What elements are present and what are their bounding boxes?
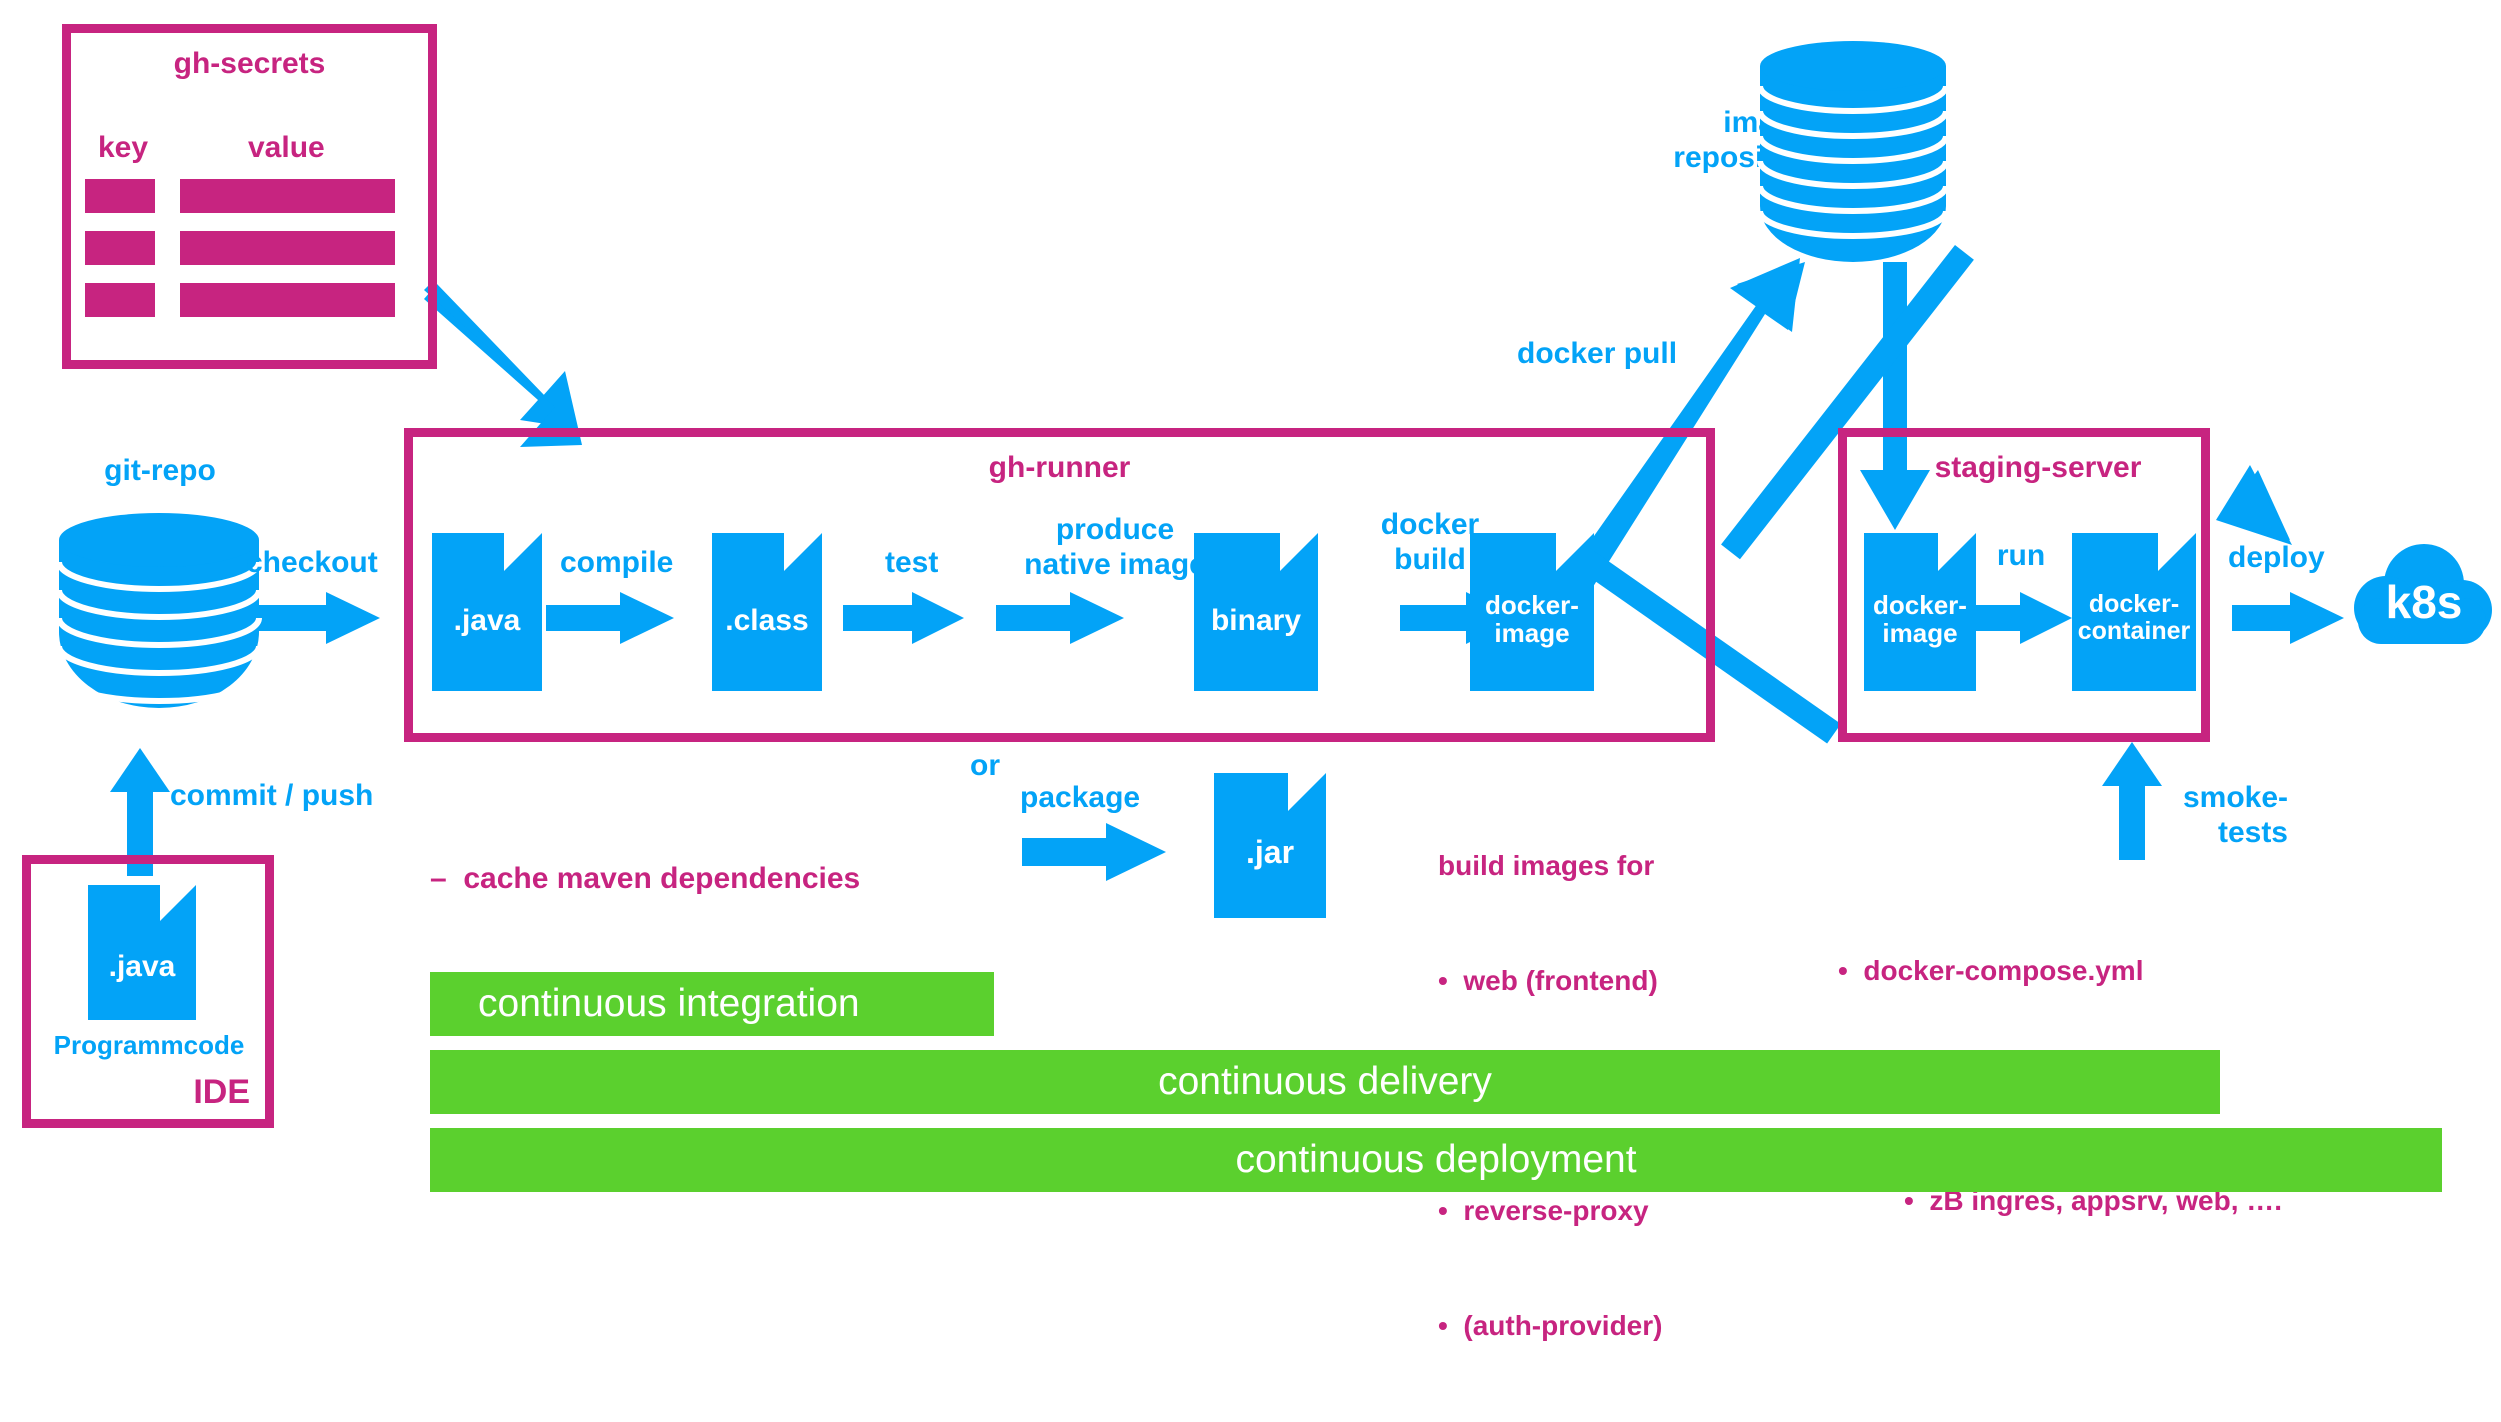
runner-file-class: .class xyxy=(712,533,822,691)
phase-label: continuous delivery xyxy=(1158,1060,1492,1103)
edge-label-run: run xyxy=(1996,539,2046,572)
staging-docker-container-label: docker- container xyxy=(2077,590,2191,645)
phase-label: continuous deployment xyxy=(1235,1138,1637,1181)
gh-secrets-key-cell xyxy=(85,283,155,317)
gh-secrets-col-key: key xyxy=(98,131,149,164)
ide-caption: Programmcode xyxy=(53,1030,245,1060)
k8s-cloud-icon: k8s xyxy=(2354,544,2492,644)
build-images-item: • (auth-provider) xyxy=(1438,1310,1663,1342)
phase-bar-continuous-deployment: continuous deployment xyxy=(430,1128,2442,1192)
ide-java-file-label: .java xyxy=(108,950,176,983)
runner-file-docker-image: docker- image xyxy=(1470,533,1594,691)
build-images-item: • reverse-proxy xyxy=(1438,1194,1649,1226)
deploy-note-item: • docker-compose.yml xyxy=(1838,954,2144,986)
gh-secrets-key-cell xyxy=(85,231,155,265)
staging-docker-image-label: docker- image xyxy=(1873,590,1967,649)
runner-file-docker-image-label: docker- image xyxy=(1485,590,1579,649)
edge-label-package: package xyxy=(1020,781,1141,814)
gh-runner-note-item: – cache maven dependencies xyxy=(430,862,861,896)
runner-file-java-label: .java xyxy=(453,604,521,637)
runner-file-binary-label: binary xyxy=(1210,604,1302,637)
phase-label: continuous integration xyxy=(478,982,860,1025)
gh-secrets-col-value: value xyxy=(248,131,325,164)
edge-label-test: test xyxy=(885,546,939,579)
diagram-canvas: gh-secrets key value git-repo checkout c… xyxy=(0,0,2501,1341)
gh-secrets-value-cell xyxy=(180,231,395,265)
ide-box-label: IDE xyxy=(193,1073,250,1111)
smoke-tests-label: smoke- tests xyxy=(2182,781,2288,850)
edge-label-docker-pull: docker pull xyxy=(1517,337,1678,370)
arrow-secrets-to-runner xyxy=(424,282,582,447)
edge-label-compile: compile xyxy=(560,546,674,579)
build-images-item: • web (frontend) xyxy=(1438,964,1658,996)
gh-secrets-value-cell xyxy=(180,179,395,213)
arrow-package xyxy=(1022,823,1166,881)
edge-label-checkout: checkout xyxy=(246,546,378,579)
runner-file-binary: binary xyxy=(1194,533,1318,691)
phase-bar-continuous-delivery: continuous delivery xyxy=(430,1050,2220,1114)
git-repo-cylinder xyxy=(56,513,262,708)
runner-file-java: .java xyxy=(432,533,542,691)
staging-server-title: staging-server xyxy=(1934,451,2142,484)
git-repo-label: git-repo xyxy=(104,454,216,487)
gh-runner-title: gh-runner xyxy=(988,451,1131,484)
jar-file-icon: .jar xyxy=(1214,773,1326,918)
gh-secrets-key-cell xyxy=(85,179,155,213)
arrow-deploy xyxy=(2232,592,2344,644)
ide-java-file-icon: .java xyxy=(88,885,196,1020)
image-repository-cylinder xyxy=(1757,41,1949,262)
arrow-checkout xyxy=(252,592,380,644)
edge-label-deploy: deploy xyxy=(2228,541,2325,574)
gh-secrets-value-cell xyxy=(180,283,395,317)
staging-docker-container-icon: docker- container xyxy=(2072,533,2196,691)
phase-bar-continuous-integration: continuous integration xyxy=(430,972,994,1036)
gh-secrets-title: gh-secrets xyxy=(173,47,326,80)
staging-docker-image-icon: docker- image xyxy=(1864,533,1976,691)
jar-file-label: .jar xyxy=(1245,834,1295,870)
or-label: or xyxy=(970,749,1000,782)
runner-file-class-label: .class xyxy=(725,604,809,637)
arrow-smoke-tests xyxy=(2102,742,2162,860)
edge-label-commit-push: commit / push xyxy=(170,779,374,812)
svg-text:k8s: k8s xyxy=(2386,576,2463,628)
edge-label-produce-native-image: produce native image xyxy=(1024,513,1206,582)
build-images-heading: build images for xyxy=(1438,849,1655,881)
